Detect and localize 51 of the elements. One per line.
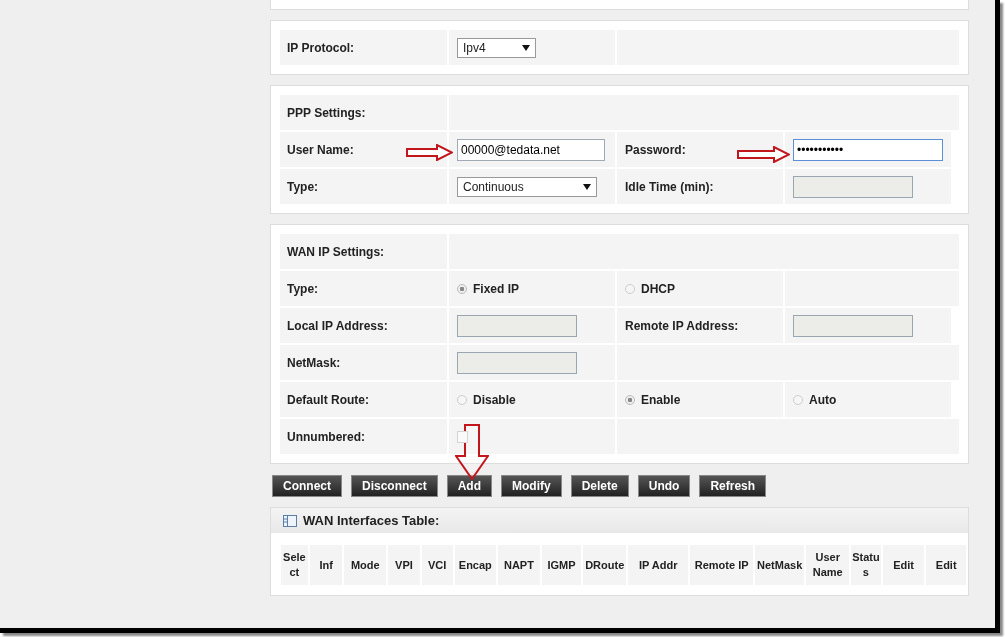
field-label: Remote IP Address: [625, 318, 739, 333]
field-label: User Name: [287, 142, 354, 157]
action-button[interactable]: Undo [637, 475, 691, 497]
action-button[interactable]: Delete [570, 475, 629, 497]
checkbox[interactable] [457, 430, 468, 443]
field-label: WAN IP Settings: [287, 244, 385, 259]
field-label: Idle Time (min): [625, 179, 714, 194]
field-label: Type: [287, 179, 319, 194]
column-header: Mode [344, 545, 387, 585]
action-button[interactable]: Disconnect [351, 475, 438, 497]
action-button[interactable]: Refresh [699, 475, 767, 497]
action-button[interactable]: Connect [272, 475, 342, 497]
radio-option[interactable]: Auto [793, 392, 837, 407]
column-header: Encap [454, 545, 497, 585]
dropdown[interactable]: Ipv4 [457, 37, 536, 58]
column-header: DRoute [583, 545, 626, 585]
radio-option[interactable]: Enable [625, 392, 681, 407]
column-header: IP Addr [628, 545, 689, 585]
column-header: Edit [926, 545, 967, 585]
column-header: VPI [388, 545, 420, 585]
table-icon [283, 514, 297, 527]
field-label: IP Protocol: [287, 40, 355, 55]
caret-icon [583, 183, 591, 190]
column-header: User Name [806, 545, 850, 585]
column-header: NAPT [498, 545, 540, 585]
field-label: Password: [625, 142, 686, 157]
field-label: Default Route: [287, 392, 369, 407]
down-arrow-icon [455, 424, 489, 480]
action-button[interactable]: Add [446, 475, 492, 497]
field-label: PPP Settings: [287, 105, 366, 120]
caret-icon [522, 44, 530, 51]
dropdown[interactable]: Continuous [457, 176, 597, 197]
radio-option[interactable]: Disable [457, 392, 516, 407]
column-header: NetMask [754, 545, 805, 585]
column-header: Edit [882, 545, 925, 585]
column-header: Inf [309, 545, 343, 585]
input-field[interactable]: ••••••••••• [793, 138, 943, 161]
action-button[interactable]: Modify [501, 475, 562, 497]
input-field[interactable]: 00000@tedata.net [457, 138, 605, 161]
column-header: IGMP [541, 545, 582, 585]
radio-option[interactable]: Fixed IP [457, 281, 519, 296]
field-label: NetMask: [287, 355, 341, 370]
column-header: VCI [421, 545, 453, 585]
table-title: WAN Interfaces Table: [303, 513, 440, 528]
column-header: Remote IP [690, 545, 753, 585]
column-header: Select [281, 545, 308, 585]
field-label: Type: [287, 281, 319, 296]
radio-option[interactable]: DHCP [625, 281, 675, 296]
field-label: Local IP Address: [287, 318, 388, 333]
field-label: Unnumbered: [287, 429, 365, 444]
column-header: Status [851, 545, 881, 585]
